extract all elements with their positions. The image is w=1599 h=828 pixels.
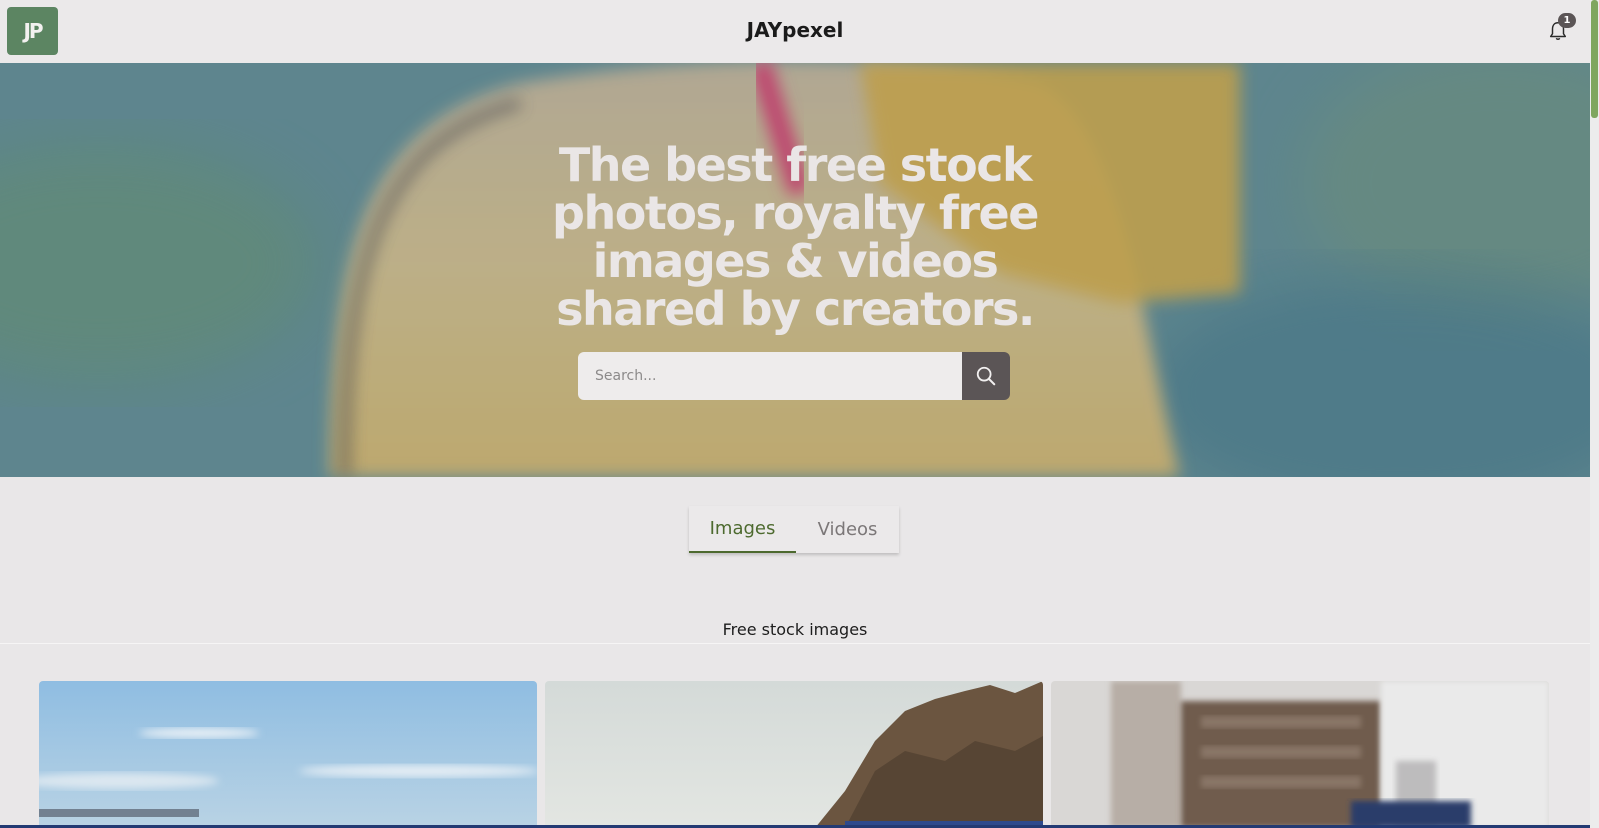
top-navbar: JP JAYpexel 1 — [0, 0, 1590, 63]
search-bar — [578, 352, 1010, 400]
tab-videos[interactable]: Videos — [796, 506, 899, 553]
scrollbar-thumb[interactable] — [1591, 0, 1598, 118]
hero-banner: The best free stock photos, royalty free… — [0, 63, 1590, 477]
gallery-image-card[interactable] — [545, 681, 1043, 828]
city-building-image — [1051, 681, 1549, 828]
page-scrollbar[interactable] — [1590, 0, 1599, 828]
media-type-tabs: Images Videos — [689, 506, 899, 553]
search-input[interactable] — [578, 352, 962, 400]
sky-landscape-image — [39, 681, 537, 828]
hero-title: The best free stock photos, royalty free… — [552, 138, 1039, 336]
section-divider — [0, 643, 1590, 644]
tab-images[interactable]: Images — [689, 506, 796, 553]
gallery-image-card[interactable] — [1051, 681, 1549, 828]
gallery-image-card[interactable] — [39, 681, 537, 828]
search-button[interactable] — [962, 352, 1010, 400]
search-icon — [976, 366, 996, 386]
app-title: JAYpexel — [746, 18, 844, 42]
notification-badge: 1 — [1558, 13, 1576, 28]
rock-cliff-image — [545, 681, 1043, 828]
section-title: Free stock images — [722, 620, 868, 639]
